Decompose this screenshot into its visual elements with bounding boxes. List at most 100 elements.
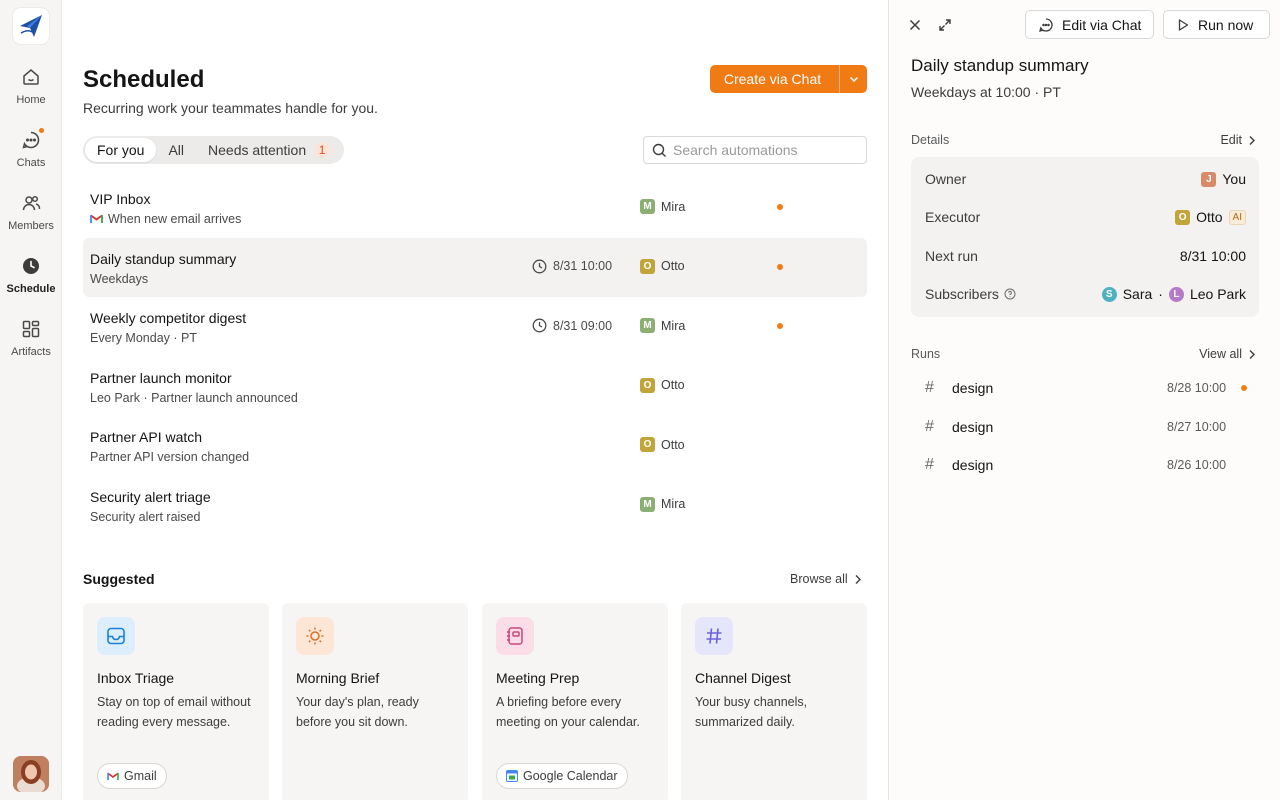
detail-key: Owner [925,171,967,187]
automation-name: Daily standup summary [90,250,237,267]
suggestion-card-morning-brief[interactable]: Morning Brief Your day's plan, ready bef… [282,603,468,800]
next-run-value: 8/31 10:00 [1179,248,1246,264]
nav-schedule[interactable]: Schedule [0,255,62,295]
nav-artifacts-label: Artifacts [11,346,51,358]
run-channel: design [952,380,994,396]
filter-tabs: For you All Needs attention 1 [83,136,345,164]
status-dot [777,323,783,329]
subscriber-name: Sara [1122,286,1153,302]
run-row[interactable]: # design 8/26 10:00 [911,446,1259,484]
chevron-right-icon [1249,349,1255,359]
nav-chats[interactable]: Chats [0,127,62,169]
nav-members[interactable]: Members [0,192,62,232]
run-row[interactable]: # design 8/28 10:00 [911,369,1259,407]
search-input[interactable] [673,142,853,158]
clock-outline-icon [532,259,547,273]
automation-row[interactable]: VIP Inbox When new email arrives M Mira [83,178,867,238]
assignee-avatar: M [640,318,655,333]
run-channel: design [952,457,994,473]
automation-assignee: O Otto [640,437,685,452]
app-logo[interactable] [13,8,49,44]
nav-home-label: Home [16,94,46,106]
runs-label: Runs [911,347,941,361]
automation-row[interactable]: Partner launch monitor Leo Park · Partne… [83,357,867,417]
edit-link-label: Edit [1220,133,1242,147]
tab-all[interactable]: All [156,138,196,162]
details-card: Owner J You Executor O Otto AI Next run … [911,157,1259,317]
suggestion-card-meeting-prep[interactable]: Meeting Prep A briefing before every mee… [482,603,668,800]
run-row[interactable]: # design 8/27 10:00 [911,408,1259,446]
chip-label: Gmail [124,769,157,783]
automation-row[interactable]: Daily standup summary Weekdays 8/31 10:0… [83,237,867,297]
view-all-runs-link[interactable]: View all [1199,347,1256,361]
run-now-label: Run now [1198,16,1254,33]
next-run-time: 8/31 10:00 [532,259,612,274]
artifacts-icon [20,318,42,340]
automation-desc: When new email arrives [108,212,242,226]
automation-assignee: O Otto [640,258,685,274]
detail-key: Next run [925,248,978,264]
nav-artifacts[interactable]: Artifacts [0,318,62,358]
automation-name: VIP Inbox [90,191,151,207]
card-desc: A briefing before every meeting on your … [496,695,640,729]
automation-row[interactable]: Partner API watch Partner API version ch… [83,416,867,476]
automation-row[interactable]: Weekly competitor digest Every Monday · … [83,297,867,357]
chevron-right-icon [1249,135,1255,145]
detail-owner: Owner J You [925,168,1246,190]
tab-needs-attention[interactable]: Needs attention 1 [196,138,342,162]
detail-value: O Otto AI [1175,209,1246,225]
main-content: Scheduled Recurring work your teammates … [63,0,888,800]
owner-name: You [1222,171,1246,187]
nav-members-label: Members [8,220,54,232]
members-icon [20,192,42,214]
automation-list: VIP Inbox When new email arrives M Mira … [83,178,867,535]
nav-rail: Home Chats Members Schedule Artifacts [0,0,62,800]
executor-name: Otto [1196,209,1223,225]
card-title: Inbox Triage [97,670,175,686]
search-box[interactable] [643,136,867,164]
detail-subscribers: Subscribers S Sara · L Leo Park [925,283,1246,305]
view-all-label: View all [1199,347,1242,361]
assignee-name: Mira [661,199,686,214]
assignee-avatar: M [640,199,655,214]
automation-desc: Every Monday · PT [90,331,197,345]
nav-schedule-label: Schedule [6,283,56,295]
inbox-icon [97,617,135,655]
browse-all-label: Browse all [790,572,848,586]
browse-all-link[interactable]: Browse all [790,572,862,586]
run-now-button[interactable]: Run now [1163,10,1270,39]
automation-row[interactable]: Security alert triage Security alert rai… [83,476,867,536]
detail-key: Executor [925,209,981,225]
suggestion-card-channel-digest[interactable]: Channel Digest Your busy channels, summa… [681,603,867,800]
help-icon [1004,288,1016,300]
automation-assignee: M Mira [640,199,685,214]
chevron-down-icon [849,76,858,83]
tab-needs-attention-label: Needs attention [208,142,307,158]
assignee-avatar: O [640,437,655,452]
automation-desc: Security alert raised [90,509,201,524]
chat-bubble-icon [1039,17,1053,32]
create-dropdown-toggle[interactable] [839,65,867,93]
edit-via-chat-button[interactable]: Edit via Chat [1025,10,1155,39]
expand-icon[interactable] [935,15,955,35]
create-via-chat-button[interactable]: Create via Chat [710,65,867,93]
close-icon[interactable] [905,15,925,35]
separator-dot: · [1158,286,1163,302]
gmail-icon [90,214,103,223]
chip-label: Google Calendar [523,769,618,783]
subscribers-key-label: Subscribers [925,286,999,302]
paper-plane-logo-icon [20,15,42,37]
automation-desc: Partner API version changed [90,450,250,464]
automation-trigger: When new email arrives [90,212,241,226]
page-subtitle: Recurring work your teammates handle for… [83,100,378,116]
search-icon [652,143,666,157]
suggestion-card-inbox-triage[interactable]: Inbox Triage Stay on top of email withou… [83,603,269,800]
panel-subtitle: Weekdays at 10:00 · PT [911,84,1061,100]
assignee-avatar: M [640,496,655,512]
nav-home[interactable]: Home [0,66,62,106]
play-icon [1178,18,1189,31]
edit-link[interactable]: Edit [1220,133,1256,147]
tab-for-you[interactable]: For you [85,138,157,162]
automation-name: Security alert triage [90,488,211,505]
user-avatar[interactable] [13,756,49,792]
